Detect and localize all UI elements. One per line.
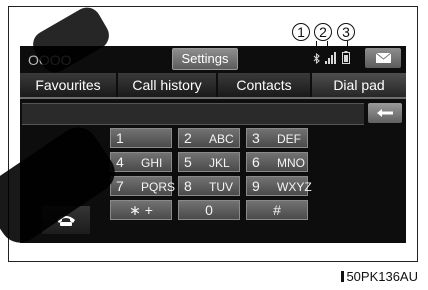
key-9[interactable]: 9 WXYZ	[246, 176, 312, 196]
callout-1: 1	[292, 23, 310, 41]
tab-dial-pad[interactable]: Dial pad	[312, 73, 406, 97]
settings-button[interactable]: Settings	[172, 48, 238, 70]
battery-icon	[342, 51, 350, 64]
backspace-button[interactable]	[368, 103, 402, 123]
figure-id-text: 50PK136AU	[346, 269, 418, 284]
key-hash[interactable]: #	[246, 200, 308, 220]
key-4-letters: GHI	[141, 156, 163, 170]
key-2-number: 2	[184, 130, 192, 146]
call-button[interactable]	[42, 206, 90, 234]
key-0[interactable]: 0	[178, 200, 240, 220]
key-2[interactable]: 2 ABC	[178, 128, 240, 148]
callout-2-label: 2	[319, 24, 327, 40]
mail-icon	[375, 52, 392, 63]
key-3[interactable]: 3 DEF	[246, 128, 308, 148]
tab-contacts[interactable]: Contacts	[218, 73, 310, 97]
key-9-letters: WXYZ	[277, 180, 312, 194]
key-3-letters: DEF	[277, 132, 301, 146]
key-6[interactable]: 6 MNO	[246, 152, 308, 172]
tab-favourites[interactable]: Favourites	[20, 73, 116, 97]
key-star-plus[interactable]: ∗ +	[110, 200, 172, 220]
key-7[interactable]: 7 PQRS	[110, 176, 176, 196]
key-9-number: 9	[252, 178, 260, 194]
callout-3-label: 3	[342, 24, 350, 40]
mail-button[interactable]	[365, 48, 401, 68]
key-3-number: 3	[252, 130, 260, 146]
callout-1-label: 1	[297, 24, 305, 40]
key-hash-label: #	[273, 202, 281, 218]
bluetooth-icon	[313, 53, 320, 64]
callout-2: 2	[314, 23, 332, 41]
key-4-number: 4	[116, 154, 124, 170]
key-6-letters: MNO	[277, 156, 305, 170]
key-5-number: 5	[184, 154, 192, 170]
key-7-letters: PQRS	[141, 180, 176, 194]
signal-icon	[325, 52, 336, 64]
tab-bar: Favourites Call history Contacts Dial pa…	[20, 73, 406, 99]
tab-underline	[20, 97, 406, 99]
key-star-plus-label: ∗ +	[129, 202, 153, 218]
key-5-letters: JKL	[209, 156, 230, 170]
figure-id-marker	[341, 271, 345, 282]
key-8-letters: TUV	[209, 180, 233, 194]
dial-number-field[interactable]	[22, 103, 364, 125]
key-5[interactable]: 5 JKL	[178, 152, 240, 172]
tab-call-history[interactable]: Call history	[118, 73, 216, 97]
key-1-number: 1	[116, 130, 124, 146]
key-2-letters: ABC	[209, 132, 234, 146]
backspace-arrow-icon	[377, 109, 393, 117]
key-1[interactable]: 1	[110, 128, 172, 148]
key-8-number: 8	[184, 178, 192, 194]
key-4[interactable]: 4 GHI	[110, 152, 172, 172]
phone-handset-icon	[57, 216, 75, 226]
key-8[interactable]: 8 TUV	[178, 176, 240, 196]
callout-3: 3	[337, 23, 355, 41]
key-0-number: 0	[205, 202, 213, 218]
figure-id: 50PK136AU	[341, 269, 418, 284]
key-6-number: 6	[252, 154, 260, 170]
key-7-number: 7	[116, 178, 124, 194]
phone-screen: OOOO Settings Favourites Call history Co…	[20, 46, 406, 243]
